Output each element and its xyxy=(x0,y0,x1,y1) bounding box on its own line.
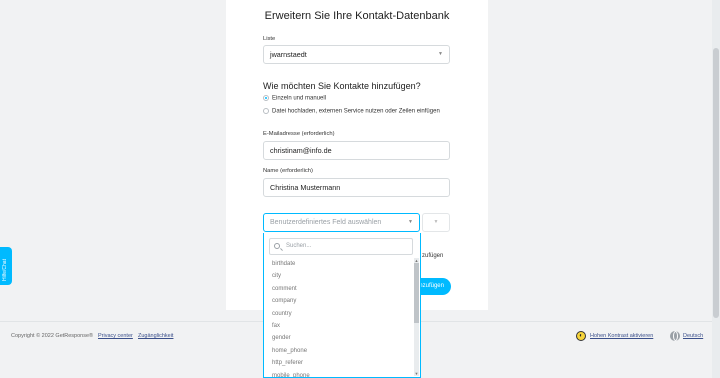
dropdown-item[interactable]: city xyxy=(264,270,414,282)
dropdown-list: birthdate city comment company country f… xyxy=(264,258,414,377)
dropdown-search-input[interactable]: Suchen... xyxy=(269,238,413,255)
list-label: Liste xyxy=(263,36,276,42)
name-value: Christina Mustermann xyxy=(270,183,341,192)
name-label: Name (erforderlich) xyxy=(263,168,313,174)
dropdown-item[interactable]: http_referer xyxy=(264,357,414,369)
partial-option-text: zufügen xyxy=(422,253,444,259)
footer-copyright: Copyright © 2022 GetResponse® xyxy=(11,333,94,339)
chevron-down-icon: ▼ xyxy=(438,51,443,57)
help-chat-label: Hilfe/Chat xyxy=(2,259,8,281)
search-icon xyxy=(274,243,280,249)
radio-unselected-icon xyxy=(263,108,269,114)
radio-single-manual[interactable]: Einzeln und manuell xyxy=(263,95,326,102)
dropdown-item[interactable]: home_phone xyxy=(264,345,414,357)
dropdown-item[interactable]: gender xyxy=(264,332,414,344)
dropdown-item[interactable]: birthdate xyxy=(264,258,414,270)
list-select[interactable]: jwarnstaedt ▼ xyxy=(263,45,450,64)
custom-field-select[interactable]: Benutzerdefiniertes Feld auswählen ▼ xyxy=(263,213,420,232)
chevron-down-icon: ▼ xyxy=(433,219,439,225)
email-value: christinam@info.de xyxy=(270,146,332,155)
page-title: Erweitern Sie Ihre Kontakt-Datenbank xyxy=(264,10,450,22)
high-contrast-link[interactable]: Hohen Kontrast aktivieren xyxy=(590,333,653,339)
email-label: E-Mailadresse (erforderlich) xyxy=(263,131,335,137)
chevron-down-icon: ▼ xyxy=(408,219,413,225)
list-select-value: jwarnstaedt xyxy=(270,50,307,59)
custom-field-placeholder: Benutzerdefiniertes Feld auswählen xyxy=(270,219,382,226)
dropdown-scrollbar[interactable]: ▲ ▼ xyxy=(414,258,419,376)
radio-selected-icon xyxy=(263,95,269,101)
dropdown-item[interactable]: company xyxy=(264,295,414,307)
contrast-icon[interactable]: ◐ xyxy=(576,331,586,341)
accessibility-link[interactable]: Zugänglichkeit xyxy=(138,333,173,339)
dropdown-item[interactable]: fax xyxy=(264,320,414,332)
language-link[interactable]: Deutsch xyxy=(683,333,703,339)
radio-single-label: Einzeln und manuell xyxy=(272,95,327,102)
radio-file-label: Datei hochladen, externen Service nutzen… xyxy=(272,108,440,115)
help-chat-tab[interactable]: Hilfe/Chat xyxy=(0,247,12,285)
add-method-question: Wie möchten Sie Kontakte hinzufügen? xyxy=(263,81,421,91)
dropdown-item[interactable]: comment xyxy=(264,283,414,295)
dropdown-item[interactable]: mobile_phone xyxy=(264,370,414,377)
custom-field-dropdown: Suchen... birthdate city comment company… xyxy=(263,233,421,378)
page-scrollbar-thumb[interactable] xyxy=(713,48,719,318)
email-field[interactable]: christinam@info.de xyxy=(263,141,450,160)
page-scrollbar[interactable] xyxy=(712,0,720,378)
dropdown-item[interactable]: country xyxy=(264,308,414,320)
radio-file-upload[interactable]: Datei hochladen, externen Service nutzen… xyxy=(263,108,440,115)
custom-field-value-input[interactable]: ▼ xyxy=(422,213,450,232)
globe-icon[interactable] xyxy=(670,331,680,341)
dropdown-search-placeholder: Suchen... xyxy=(286,243,312,249)
scroll-down-icon[interactable]: ▼ xyxy=(414,371,419,376)
name-field[interactable]: Christina Mustermann xyxy=(263,178,450,197)
dropdown-scrollbar-thumb[interactable] xyxy=(414,263,419,323)
privacy-link[interactable]: Privacy center xyxy=(98,333,133,339)
